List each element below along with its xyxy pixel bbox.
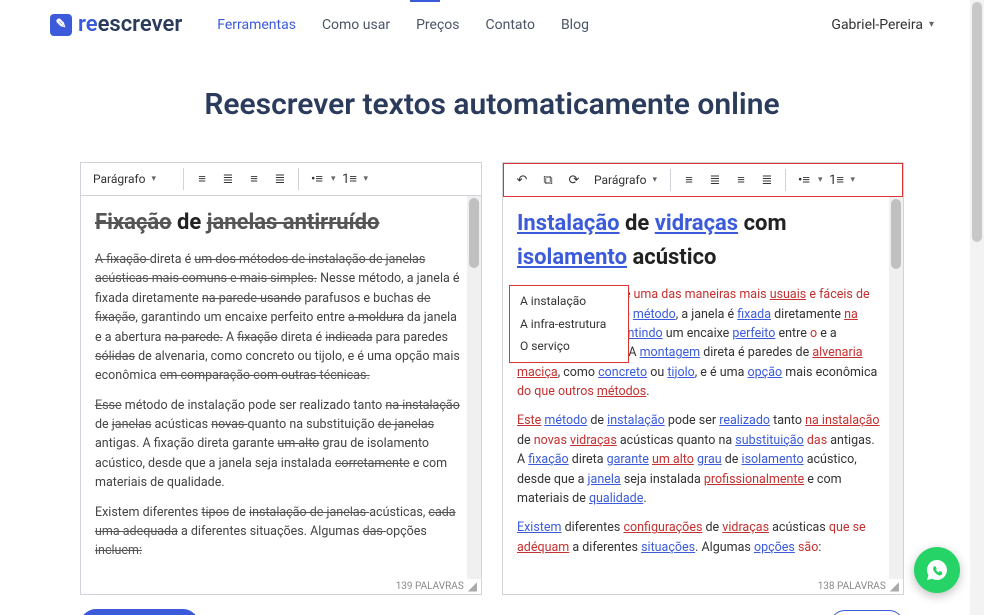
main-nav: Ferramentas Como usar Preços Contato Blo… [217,17,589,33]
number-list-icon[interactable]: 1≡ [338,167,362,191]
user-name: Gabriel-Pereira [831,17,923,33]
source-heading: Fixação de janelas antirruído [95,206,461,240]
align-right-icon[interactable]: ≡ [242,167,266,191]
chevron-down-icon: ▾ [929,19,934,30]
header: ✎ reescrever Ferramentas Como usar Preço… [0,0,984,52]
result-panel: ↶ ⧉ ⟳ Parágrafo▾ ≡ ≣ ≡ ≣ •≡▾ 1≡▾ Instala… [502,162,904,595]
actions-row: NOVO TEXTO Copiar [0,595,984,615]
user-menu[interactable]: Gabriel-Pereira ▾ [831,17,934,33]
align-justify-icon[interactable]: ≣ [268,167,292,191]
resize-icon[interactable]: ◢ [890,579,901,593]
resize-icon[interactable]: ◢ [468,579,479,593]
editor-scrollbar[interactable] [889,197,903,579]
synonym-option[interactable]: O serviço [510,335,628,358]
page-scrollbar[interactable] [970,0,984,615]
copy-button[interactable]: Copiar [830,610,904,615]
logo-text-suffix: escrever [98,12,183,37]
result-toolbar: ↶ ⧉ ⟳ Parágrafo▾ ≡ ≣ ≡ ≣ •≡▾ 1≡▾ [503,163,903,197]
source-wordcount: 139 PALAVRAS [392,579,468,594]
result-p2: Este método de instalação pode ser reali… [517,411,883,508]
nav-tools[interactable]: Ferramentas [217,17,296,33]
result-wordcount: 138 PALAVRAS [814,579,890,594]
bullet-list-icon[interactable]: •≡ [792,168,816,192]
copy-icon[interactable]: ⧉ [536,168,560,192]
undo-icon[interactable]: ↶ [510,168,534,192]
source-p1: A fixação direta é um dos métodos de ins… [95,250,461,386]
refresh-icon[interactable]: ⟳ [562,168,586,192]
whatsapp-icon [925,558,949,582]
result-heading: Instalação de vidraças com isolamento ac… [517,207,883,275]
editor-scrollbar[interactable] [467,196,481,579]
align-left-icon[interactable]: ≡ [677,168,701,192]
style-select-right[interactable]: Parágrafo▾ [588,170,664,190]
align-justify-icon[interactable]: ≣ [755,168,779,192]
source-panel: Parágrafo▾ ≡ ≣ ≡ ≣ •≡▾ 1≡▾ Fixação de ja… [80,162,482,595]
synonym-popup: A instalação A infra-estrutura O serviço [509,285,629,363]
align-left-icon[interactable]: ≡ [190,167,214,191]
synonym-option[interactable]: A instalação [510,290,628,313]
align-center-icon[interactable]: ≣ [703,168,727,192]
source-p2: Esse método de instalação pode ser reali… [95,396,461,493]
nav-howto[interactable]: Como usar [322,17,390,33]
synonym-option[interactable]: A infra-estrutura [510,313,628,336]
whatsapp-button[interactable] [914,547,960,593]
new-text-button[interactable]: NOVO TEXTO [80,609,199,615]
logo-text-prefix: re [78,12,98,37]
result-p3: Existem diferentes configurações de vidr… [517,518,883,557]
nav-blog[interactable]: Blog [561,17,589,33]
align-center-icon[interactable]: ≣ [216,167,240,191]
chevron-down-icon: ▾ [653,175,658,185]
bullet-list-icon[interactable]: •≡ [305,167,329,191]
nav-contact[interactable]: Contato [486,17,535,33]
style-select-left[interactable]: Parágrafo▾ [87,169,177,189]
source-toolbar: Parágrafo▾ ≡ ≣ ≡ ≣ •≡▾ 1≡▾ [81,163,481,196]
source-editor[interactable]: Fixação de janelas antirruído A fixação … [81,196,481,579]
logo-icon: ✎ [50,14,72,36]
page-title: Reescrever textos automaticamente online [0,87,984,122]
result-editor[interactable]: Instalação de vidraças com isolamento ac… [503,197,903,579]
logo[interactable]: ✎ reescrever [50,12,182,37]
number-list-icon[interactable]: 1≡ [825,168,849,192]
align-right-icon[interactable]: ≡ [729,168,753,192]
source-p3: Existem diferentes tipos de instalação d… [95,503,461,561]
chevron-down-icon: ▾ [152,174,157,184]
nav-pricing[interactable]: Preços [416,17,459,33]
